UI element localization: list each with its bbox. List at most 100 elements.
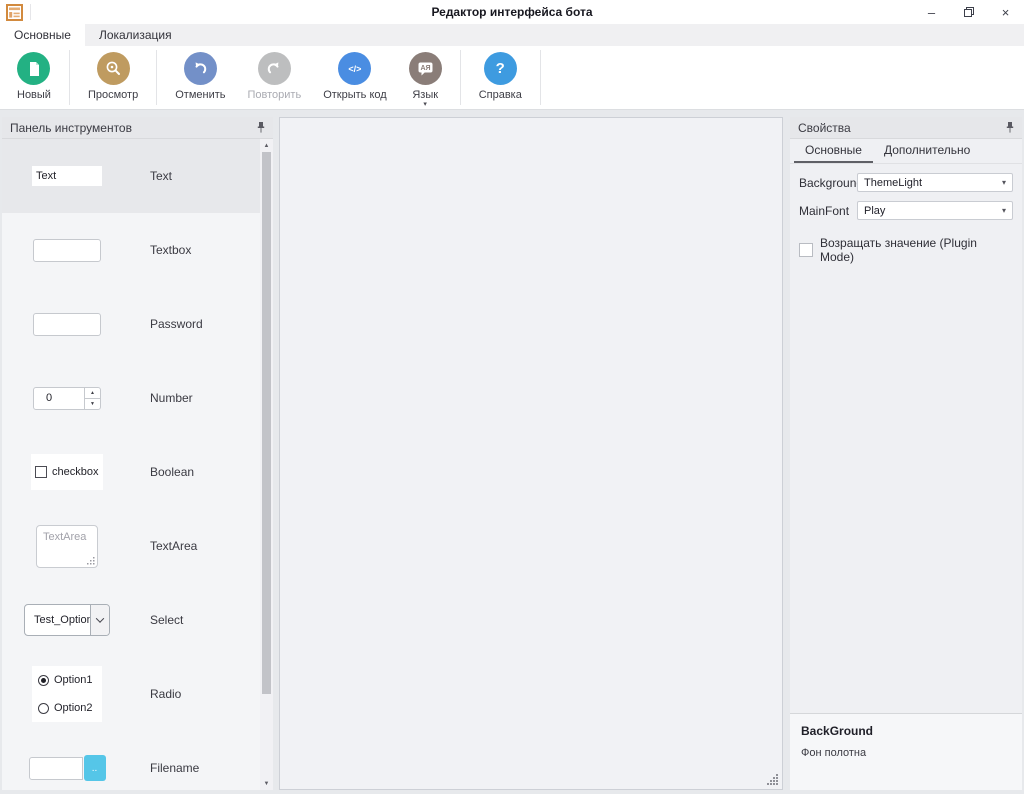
boolean-preview-card: checkbox xyxy=(31,454,103,490)
svg-text:АЯ: АЯ xyxy=(420,65,430,72)
new-button[interactable]: Новый xyxy=(6,46,62,109)
select-preview-value: Test_Option xyxy=(25,605,90,635)
help-button[interactable]: ? Справка xyxy=(468,46,533,109)
radio-option-2: Option2 xyxy=(38,702,102,714)
property-description-text: Фон полотна xyxy=(801,747,1011,759)
plugin-mode-label: Возращать значение (Plugin Mode) xyxy=(820,236,1013,264)
plugin-mode-row: Возращать значение (Plugin Mode) xyxy=(799,236,1013,264)
toolbox-item-textarea[interactable]: TextArea TextArea xyxy=(2,509,260,583)
new-document-icon xyxy=(17,52,50,85)
preview-icon xyxy=(97,52,130,85)
background-dropdown[interactable]: ThemeLight ▾ xyxy=(857,173,1013,192)
toolbox-item-number[interactable]: 0 ▲ ▼ Number xyxy=(2,361,260,435)
number-preview: 0 ▲ ▼ xyxy=(2,387,132,410)
properties-panel-header: Свойства xyxy=(790,117,1022,139)
content-area: Панель инструментов Text Text Textbox xyxy=(0,117,1024,790)
toolbar-separator xyxy=(540,50,541,105)
property-row-background: Background ThemeLight ▾ xyxy=(799,173,1013,192)
toolbox-item-label: Radio xyxy=(150,687,181,701)
toolbox-item-password[interactable]: Password xyxy=(2,287,260,361)
textbox-preview-input xyxy=(33,239,101,262)
textarea-preview-box: TextArea xyxy=(36,525,98,568)
properties-tab-main[interactable]: Основные xyxy=(794,139,873,163)
select-preview: Test_Option xyxy=(2,604,132,636)
toolbox-item-label: Text xyxy=(150,169,172,183)
background-dropdown-value: ThemeLight xyxy=(864,177,922,189)
textbox-preview xyxy=(2,239,132,262)
number-preview-value: 0 xyxy=(34,388,84,409)
titlebar-separator xyxy=(30,4,31,20)
window-title: Редактор интерфейса бота xyxy=(200,5,824,19)
scroll-down-icon[interactable]: ▼ xyxy=(260,777,273,790)
window-controls: – × xyxy=(913,0,1024,24)
textarea-preview: TextArea xyxy=(2,525,132,568)
filename-preview-box: .. xyxy=(29,755,106,781)
canvas-resize-grip-icon[interactable] xyxy=(767,774,779,786)
boolean-preview-label: checkbox xyxy=(52,466,98,478)
toolbox-item-label: Select xyxy=(150,613,183,627)
browse-button: .. xyxy=(84,755,106,781)
tab-main[interactable]: Основные xyxy=(0,24,85,46)
toolbox-item-filename[interactable]: .. Filename xyxy=(2,731,260,790)
toolbox-panel: Панель инструментов Text Text Textbox xyxy=(2,117,273,790)
mainfont-dropdown-value: Play xyxy=(864,205,885,217)
radio-preview-card: Option1 Option2 xyxy=(32,666,102,722)
properties-tabs: Основные Дополнительно xyxy=(790,139,1022,164)
toolbox-item-label: Filename xyxy=(150,761,199,775)
close-button[interactable]: × xyxy=(987,0,1024,24)
radio-preview: Option1 Option2 xyxy=(2,666,132,722)
toolbox-panel-title: Панель инструментов xyxy=(10,121,132,135)
pin-icon[interactable] xyxy=(1006,122,1014,133)
restore-icon xyxy=(964,7,974,17)
toolbar-separator xyxy=(156,50,157,105)
code-icon: </> xyxy=(338,52,371,85)
language-button-label: Язык xyxy=(412,89,438,101)
undo-icon xyxy=(184,52,217,85)
tab-localization[interactable]: Локализация xyxy=(85,24,186,46)
minimize-button[interactable]: – xyxy=(913,0,950,24)
open-code-button[interactable]: </> Открыть код xyxy=(312,46,398,109)
help-icon: ? xyxy=(484,52,517,85)
property-label: MainFont xyxy=(799,204,857,218)
pin-icon[interactable] xyxy=(257,122,265,133)
password-preview xyxy=(2,313,132,336)
ribbon-tabstrip: Основные Локализация xyxy=(0,24,1024,46)
design-canvas[interactable] xyxy=(279,117,783,790)
language-button[interactable]: АЯ Язык ▾ xyxy=(398,46,453,109)
number-spinner: ▲ ▼ xyxy=(84,388,100,409)
scroll-up-icon[interactable]: ▲ xyxy=(260,139,273,152)
toolbox-item-label: Textbox xyxy=(150,243,191,257)
canvas-area xyxy=(277,117,783,790)
properties-spacer xyxy=(790,264,1022,713)
toolbox-item-text[interactable]: Text Text xyxy=(2,139,260,213)
redo-button-label: Повторить xyxy=(247,89,301,101)
preview-button[interactable]: Просмотр xyxy=(77,46,149,109)
toolbar: Новый Просмотр Отменить Повто xyxy=(0,46,1024,110)
app-logo-icon xyxy=(6,4,23,21)
dropdown-arrow-icon: ▾ xyxy=(1002,206,1006,215)
help-button-label: Справка xyxy=(479,89,522,101)
undo-button-label: Отменить xyxy=(175,89,225,101)
properties-panel: Свойства Основные Дополнительно Backgrou… xyxy=(790,117,1022,790)
restore-button[interactable] xyxy=(950,0,987,24)
undo-button[interactable]: Отменить xyxy=(164,46,236,109)
scrollbar-thumb[interactable] xyxy=(262,152,271,694)
dropdown-arrow-icon: ▾ xyxy=(1002,178,1006,187)
toolbox-list: Text Text Textbox Password xyxy=(2,139,260,790)
redo-button[interactable]: Повторить xyxy=(236,46,312,109)
toolbox-item-boolean[interactable]: checkbox Boolean xyxy=(2,435,260,509)
text-preview: Text xyxy=(2,166,132,186)
toolbox-scrollbar[interactable]: ▲ ▼ xyxy=(260,139,273,790)
boolean-preview: checkbox xyxy=(2,454,132,490)
toolbox-item-radio[interactable]: Option1 Option2 Radio xyxy=(2,657,260,731)
toolbar-separator xyxy=(69,50,70,105)
password-preview-input xyxy=(33,313,101,336)
mainfont-dropdown[interactable]: Play ▾ xyxy=(857,201,1013,220)
toolbox-item-select[interactable]: Test_Option Select xyxy=(2,583,260,657)
properties-tab-additional[interactable]: Дополнительно xyxy=(873,139,981,163)
toolbox-item-textbox[interactable]: Textbox xyxy=(2,213,260,287)
plugin-mode-checkbox[interactable] xyxy=(799,243,813,257)
number-preview-input: 0 ▲ ▼ xyxy=(33,387,101,410)
spin-down-icon: ▼ xyxy=(85,398,100,409)
radio-option-label: Option1 xyxy=(54,674,93,686)
